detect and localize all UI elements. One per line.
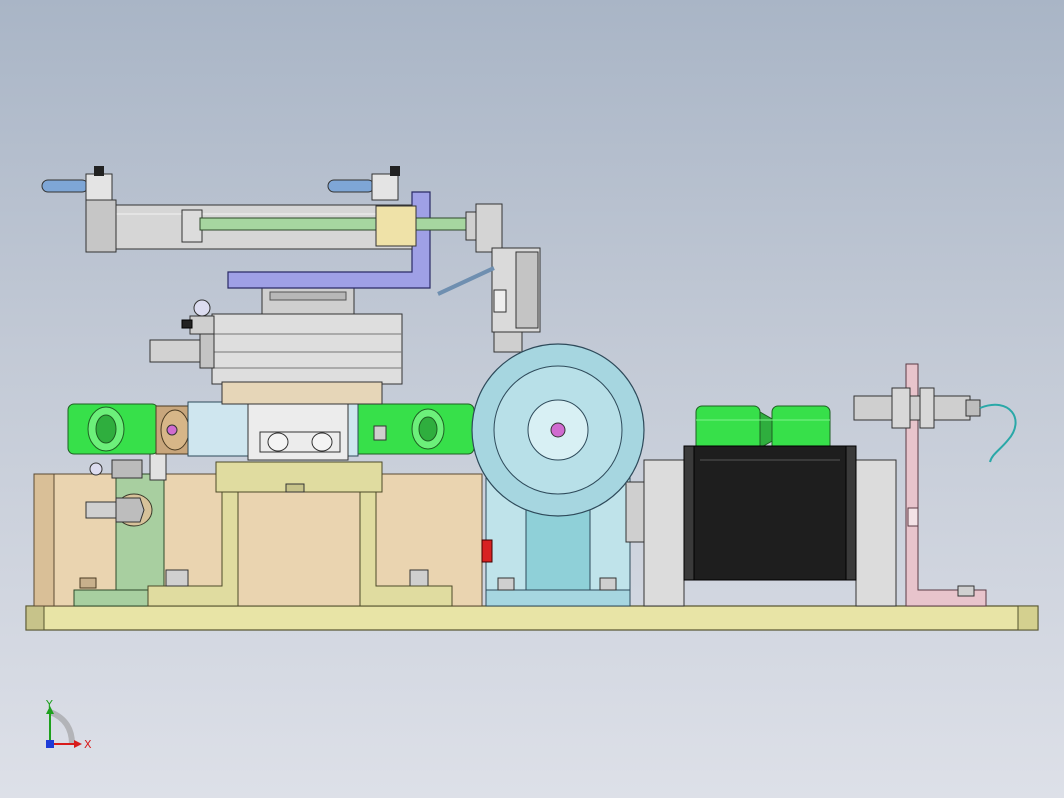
rotary-table[interactable] (261, 287, 355, 315)
air-fitting-left[interactable] (41, 166, 113, 201)
black-drum-spool[interactable] (643, 445, 897, 607)
center-valve-block[interactable] (187, 399, 359, 461)
base-plate[interactable] (25, 605, 1039, 631)
axis-triad: Y X (45, 700, 92, 751)
upper-pneumatic-cylinder[interactable] (85, 199, 503, 253)
proximity-sensor[interactable] (853, 387, 1017, 463)
z-axis-marker (46, 740, 54, 748)
vertical-slide-block[interactable] (437, 247, 541, 353)
air-fitting-right[interactable] (327, 166, 400, 201)
y-axis-label: Y (45, 700, 53, 711)
assembly-model[interactable] (0, 0, 1064, 798)
large-disk[interactable] (471, 343, 645, 517)
x-axis-label: X (84, 738, 92, 751)
cad-viewport[interactable]: Y X (0, 0, 1064, 798)
lower-dual-cylinder[interactable] (149, 299, 403, 405)
green-roller-center[interactable] (349, 403, 475, 455)
